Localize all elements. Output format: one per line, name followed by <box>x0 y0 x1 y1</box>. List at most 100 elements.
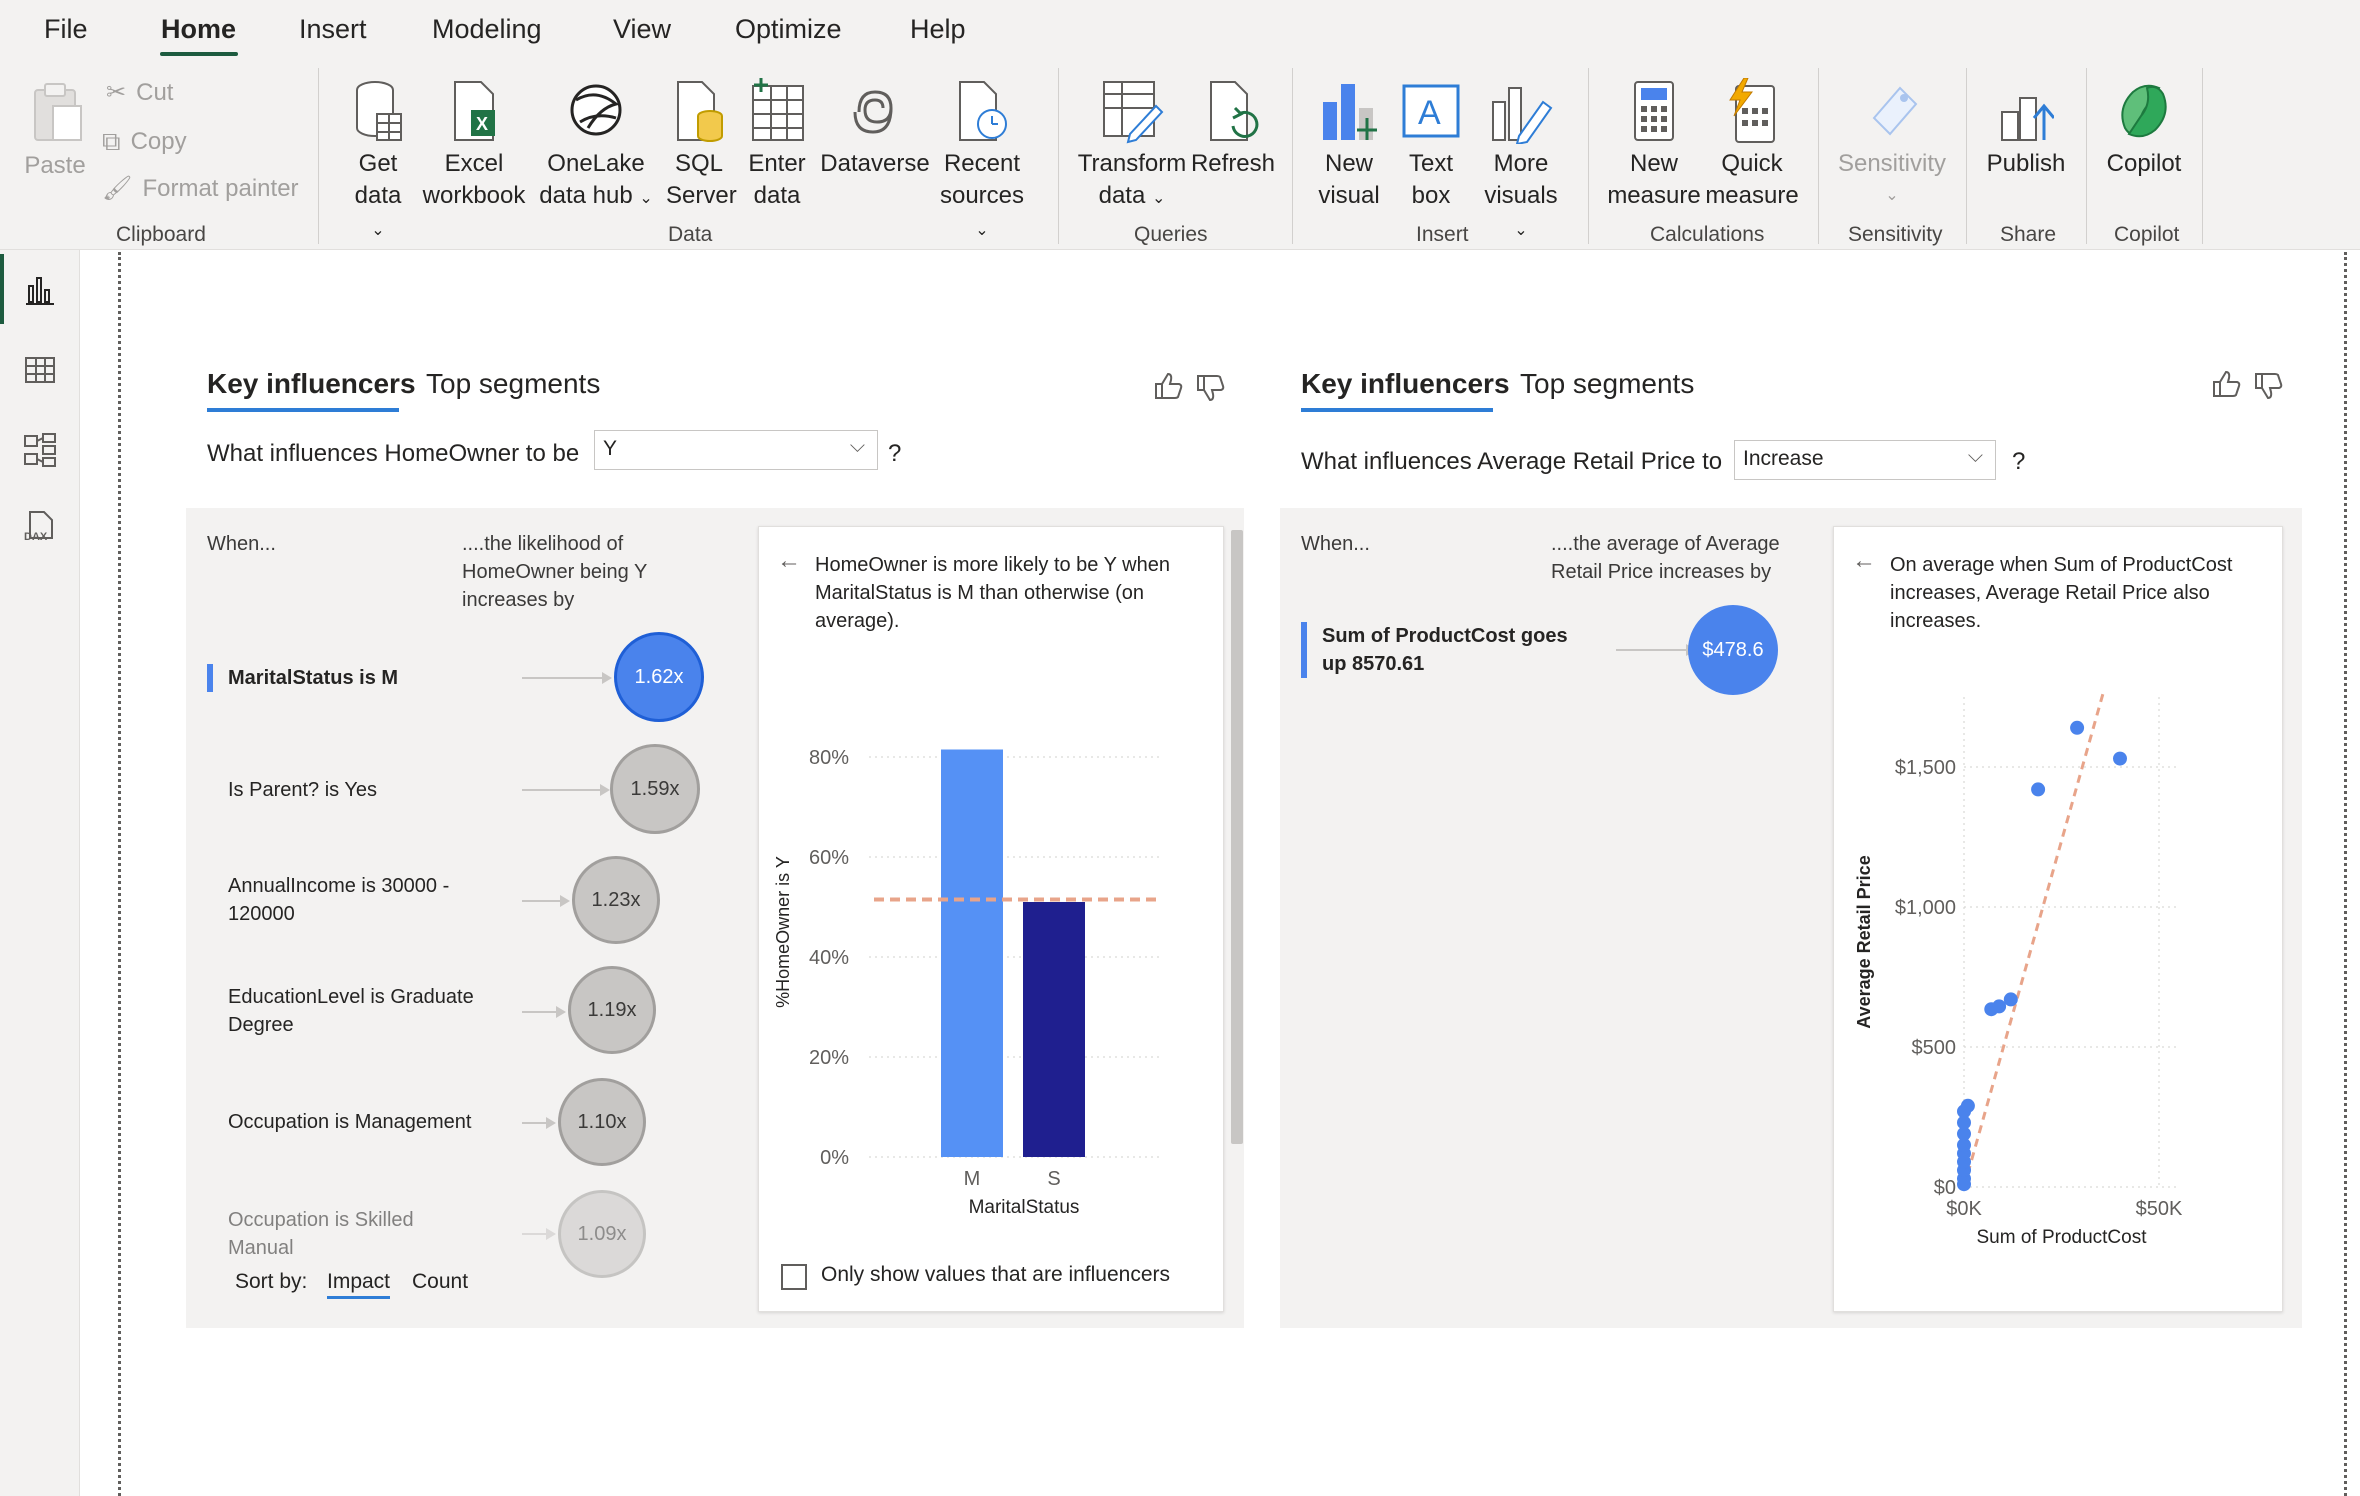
model-view-icon[interactable] <box>22 432 58 468</box>
tab-top-segments[interactable]: Top segments <box>1520 368 1694 400</box>
scrollbar[interactable] <box>1231 530 1243 1144</box>
tab-key-influencers[interactable]: Key influencers <box>207 368 416 400</box>
dataverse-label: Dataverse <box>820 150 930 177</box>
svg-text:X: X <box>476 114 488 134</box>
back-arrow-icon[interactable]: ← <box>777 547 801 575</box>
data-point <box>1960 1098 1975 1113</box>
menu-help[interactable]: Help <box>910 14 966 45</box>
menu-file[interactable]: File <box>44 14 88 45</box>
x-tick-label: M <box>964 1168 981 1190</box>
paste-label: Paste <box>24 152 86 179</box>
cut-button[interactable]: ✂ Cut <box>106 78 173 107</box>
influencer-detail-card: ← HomeOwner is more likely to be Y when … <box>758 526 1224 1312</box>
separator <box>1058 68 1059 244</box>
column-average: ....the average of Average Retail Price … <box>1551 530 1780 586</box>
tab-top-segments[interactable]: Top segments <box>426 368 600 400</box>
arrow-head <box>546 1117 556 1129</box>
bar <box>941 749 1003 1157</box>
y-tick-label: $0 <box>1934 1177 1956 1199</box>
menu-insert[interactable]: Insert <box>299 14 367 45</box>
trend-line <box>1962 688 2106 1188</box>
recent-label-1: Recent <box>943 150 1021 177</box>
excel-workbook-button[interactable]: X Excel workbook <box>420 78 528 212</box>
sort-impact-button[interactable]: Impact <box>327 1270 391 1299</box>
get-data-button[interactable]: Get data ⌄ <box>346 78 410 247</box>
refresh-button[interactable]: Refresh <box>1190 78 1276 180</box>
paste-button[interactable]: Paste <box>20 80 90 182</box>
menu-home[interactable]: Home <box>161 14 236 45</box>
y-tick-label: 80% <box>809 747 849 769</box>
svg-text:DAX: DAX <box>24 531 48 543</box>
separator <box>2086 68 2087 244</box>
quick-measure-button[interactable]: Quick measure <box>1704 78 1800 212</box>
data-group-label: Data <box>668 223 713 246</box>
new-measure-button[interactable]: New measure <box>1604 78 1704 212</box>
influencer-label: EducationLevel is Graduate Degree <box>228 983 474 1039</box>
arrow <box>522 1122 546 1124</box>
direction-dropdown[interactable]: Increase ⌵ <box>1734 440 1996 480</box>
enter-data-label-1: Enter <box>748 150 806 177</box>
copy-button[interactable]: ⧉ Copy <box>102 126 187 158</box>
column-likelihood-line: ....the likelihood of <box>462 533 624 555</box>
influencer-bubble: 1.09x <box>558 1190 646 1278</box>
thumbs-down-icon[interactable] <box>2252 370 2284 402</box>
transform-data-button[interactable]: Transform data ⌄ <box>1076 78 1188 215</box>
text-box-label-1: Text <box>1408 150 1453 177</box>
thumbs-down-icon[interactable] <box>1194 372 1226 404</box>
new-measure-label-1: New <box>1629 150 1678 177</box>
sort-count-button[interactable]: Count <box>412 1270 468 1294</box>
table-view-icon[interactable] <box>22 352 58 388</box>
copilot-label: Copilot <box>2106 150 2182 177</box>
y-tick-label: 0% <box>820 1147 849 1169</box>
copilot-button[interactable]: Copilot <box>2096 78 2192 180</box>
more-visuals-button[interactable]: More visuals ⌄ <box>1476 78 1566 247</box>
transform-label-2: data <box>1098 182 1146 209</box>
influencer-label: AnnualIncome is 30000 - 120000 <box>228 872 449 928</box>
menu-view[interactable]: View <box>613 14 671 45</box>
y-tick-label: $1,500 <box>1895 757 1956 779</box>
report-view-icon[interactable] <box>22 272 58 308</box>
cut-label: Cut <box>136 78 174 106</box>
chevron-down-icon: ⌄ <box>1151 190 1166 207</box>
dax-query-view-icon[interactable]: DAX <box>22 508 58 544</box>
influencer-detail-card: ← On average when Sum of ProductCost inc… <box>1833 526 2283 1312</box>
arrow-head <box>556 1006 566 1018</box>
only-influencers-checkbox[interactable] <box>781 1264 807 1290</box>
text-box-button[interactable]: A Text box <box>1394 78 1468 212</box>
scissors-icon: ✂ <box>106 79 127 106</box>
menu-active-indicator <box>160 52 238 56</box>
thumbs-up-icon[interactable] <box>1152 370 1184 402</box>
dropdown-value: Y <box>603 437 618 460</box>
thumbs-up-icon[interactable] <box>2210 368 2242 400</box>
arrow <box>522 1233 546 1235</box>
recent-sources-button[interactable]: Recent sources ⌄ <box>930 78 1034 247</box>
tab-key-influencers[interactable]: Key influencers <box>1301 368 1510 400</box>
enter-data-button[interactable]: Enter data <box>744 78 810 212</box>
chevron-down-icon: ⌵ <box>1967 445 1983 467</box>
excel-label-1: Excel <box>444 150 504 177</box>
sql-server-button[interactable]: SQL Server <box>666 78 737 212</box>
publish-button[interactable]: Publish <box>1978 78 2074 180</box>
new-visual-button[interactable]: New visual <box>1312 78 1386 212</box>
data-point <box>1992 999 2007 1014</box>
data-point <box>2070 720 2085 735</box>
influencer-label: Occupation is Skilled Manual <box>228 1206 414 1262</box>
sensitivity-button[interactable]: Sensitivity ⌄ <box>1832 78 1952 212</box>
separator <box>1966 68 1967 244</box>
get-data-label-2: data <box>354 182 402 209</box>
quick-measure-icon <box>1729 78 1775 143</box>
menu-optimize[interactable]: Optimize <box>735 14 842 45</box>
onelake-button[interactable]: OneLake data hub ⌄ <box>536 78 656 215</box>
dataverse-button[interactable]: Dataverse <box>820 78 930 180</box>
influencer-bubble: 1.23x <box>572 856 660 944</box>
back-arrow-icon[interactable]: ← <box>1852 547 1876 575</box>
excel-label-2: workbook <box>422 182 526 209</box>
x-axis-title: MaritalStatus <box>969 1197 1080 1218</box>
selected-indicator <box>1301 622 1307 678</box>
format-painter-button[interactable]: 🖌 Format painter <box>102 174 299 203</box>
influencer-label: Sum of ProductCost goes up 8570.61 <box>1322 622 1568 678</box>
table-icon <box>752 78 804 141</box>
homeowner-value-dropdown[interactable]: Y ⌵ <box>594 430 878 470</box>
menu-modeling[interactable]: Modeling <box>432 14 542 45</box>
detail-description: On average when Sum of ProductCost incre… <box>1890 551 2232 635</box>
